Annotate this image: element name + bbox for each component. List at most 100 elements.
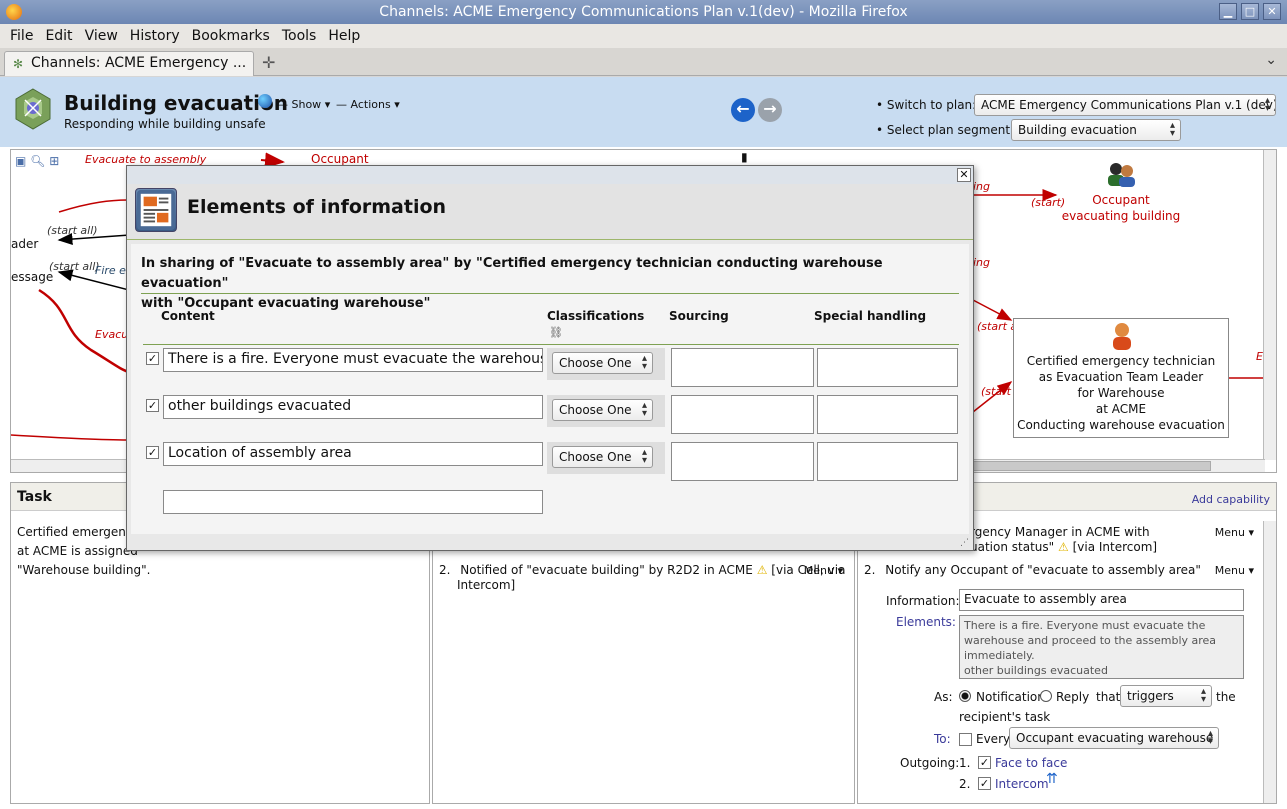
- technician-node-line: for Warehouse: [1077, 386, 1165, 400]
- scroll-thumb[interactable]: [971, 461, 1211, 471]
- actions-menu[interactable]: — Actions ▾: [336, 98, 400, 111]
- edge-label: ing: [973, 180, 991, 193]
- menu-edit[interactable]: Edit: [45, 28, 72, 44]
- sent-item-menu[interactable]: Menu ▾: [1215, 526, 1254, 539]
- node-label: essage: [11, 270, 54, 284]
- tab-channels[interactable]: ✻ Channels: ACME Emergency ...: [4, 51, 254, 76]
- plan-logo-icon: [15, 88, 51, 130]
- recipient-select[interactable]: Occupant evacuating warehouse ▴ ▾: [1009, 727, 1219, 749]
- classification-select[interactable]: Choose One ▴ ▾: [552, 446, 653, 468]
- face-to-face-link[interactable]: Face to face: [995, 756, 1067, 770]
- intercom-checkbox[interactable]: ✓: [978, 777, 991, 790]
- classification-select[interactable]: Choose One ▴ ▾: [552, 352, 653, 374]
- segment-subtitle: Responding while building unsafe: [64, 117, 266, 131]
- menu-bookmarks[interactable]: Bookmarks: [192, 28, 270, 44]
- move-up-icon[interactable]: ⇈: [1046, 771, 1058, 787]
- reply-label: Reply: [1056, 690, 1090, 704]
- technician-node[interactable]: Certified emergency technician as Evacua…: [1013, 318, 1229, 438]
- outgoing-number: 1.: [959, 756, 971, 770]
- to-link[interactable]: To:: [934, 732, 951, 746]
- content-input[interactable]: Location of assembly area: [163, 442, 543, 466]
- plan-select-value: ACME Emergency Communications Plan v.1 (…: [981, 98, 1276, 112]
- close-icon[interactable]: ✕: [957, 168, 971, 182]
- technician-node-line: at ACME: [1095, 402, 1147, 416]
- forward-arrow-icon[interactable]: →: [758, 98, 782, 122]
- select-arrows-icon: ▴ ▾: [641, 400, 647, 419]
- divider: [143, 344, 959, 345]
- content-input[interactable]: other buildings evacuated: [163, 395, 543, 419]
- link-icon[interactable]: ⛓: [549, 326, 563, 339]
- close-window-button[interactable]: ✕: [1263, 3, 1281, 20]
- intent-select[interactable]: triggers ▴ ▾: [1120, 685, 1212, 707]
- segment-select-value: Building evacuation: [1018, 123, 1137, 137]
- add-capability-link[interactable]: Add capability: [1192, 493, 1270, 506]
- switch-plan-text: Switch to plan:: [886, 98, 977, 112]
- back-arrow-icon[interactable]: ←: [731, 98, 755, 122]
- information-input[interactable]: Evacuate to assembly area: [959, 589, 1244, 611]
- show-menu[interactable]: — Show ▾: [277, 98, 330, 111]
- menu-file[interactable]: File: [10, 28, 33, 44]
- classification-select[interactable]: Choose One ▴ ▾: [552, 399, 653, 421]
- sourcing-column-header: Sourcing: [669, 309, 729, 323]
- sharing-line: In sharing of "Evacuate to assembly area…: [141, 256, 883, 291]
- resize-handle-icon[interactable]: ⋰: [960, 538, 969, 548]
- plan-select[interactable]: ACME Emergency Communications Plan v.1 (…: [974, 94, 1276, 116]
- every-checkbox[interactable]: [959, 733, 972, 746]
- elements-line: immediately.: [964, 649, 1035, 662]
- elements-link[interactable]: Elements:: [896, 615, 956, 629]
- menu-history[interactable]: History: [130, 28, 180, 44]
- sent-item-2-menu[interactable]: Menu ▾: [1215, 564, 1254, 577]
- new-tab-icon[interactable]: ✛: [262, 53, 275, 72]
- menu-tools[interactable]: Tools: [282, 28, 317, 44]
- menu-help[interactable]: Help: [328, 28, 360, 44]
- sourcing-textarea[interactable]: [671, 442, 814, 481]
- zoom-tools-icon[interactable]: ▣ 🔍︎ ⊞: [15, 154, 59, 168]
- segment-select[interactable]: Building evacuation ▴ ▾: [1011, 119, 1181, 141]
- select-arrows-icon: ▴ ▾: [641, 353, 647, 372]
- chevron-down-icon[interactable]: ⌄: [1265, 52, 1277, 68]
- intercom-link[interactable]: Intercom: [995, 777, 1049, 791]
- task-text-line: "Warehouse building".: [17, 563, 151, 577]
- special-handling-textarea[interactable]: [817, 442, 958, 481]
- as-label: As:: [934, 690, 953, 704]
- occupant-node[interactable]: Occupant evacuating building: [1051, 192, 1191, 224]
- gear-icon: ✻: [13, 57, 24, 71]
- globe-icon[interactable]: [258, 94, 272, 108]
- elements-textarea[interactable]: There is a fire. Everyone must evacuate …: [959, 615, 1244, 679]
- flow-edge: [260, 152, 285, 169]
- sourcing-textarea[interactable]: [671, 348, 814, 387]
- dialog-titlebar: ✕: [127, 166, 973, 184]
- content-input[interactable]: There is a fire. Everyone must evacuate …: [163, 348, 543, 372]
- row-checkbox[interactable]: ✓: [146, 399, 159, 412]
- row-checkbox[interactable]: ✓: [146, 352, 159, 365]
- select-segment-label: • Select plan segment:: [876, 123, 1015, 137]
- flow-edge: [972, 299, 1013, 321]
- special-handling-textarea[interactable]: [817, 348, 958, 387]
- occupant-node-line: Occupant: [1092, 193, 1150, 207]
- segment-title: Building evacuation: [64, 91, 288, 115]
- new-content-input[interactable]: [163, 490, 543, 514]
- special-handling-textarea[interactable]: [817, 395, 958, 434]
- caret-down-icon: ▾: [394, 98, 400, 111]
- sent-item-1[interactable]: rgency Manager in ACME with uation statu…: [970, 525, 1157, 555]
- sourcing-textarea[interactable]: [671, 395, 814, 434]
- notification-item[interactable]: 2. Notified of "evacuate building" by R2…: [439, 563, 849, 593]
- item-menu[interactable]: Menu ▾: [804, 563, 843, 578]
- maximize-button[interactable]: □: [1241, 3, 1259, 20]
- row-checkbox[interactable]: ✓: [146, 446, 159, 459]
- notification-radio[interactable]: [959, 690, 971, 702]
- window-title: Channels: ACME Emergency Communications …: [379, 4, 908, 20]
- minimize-button[interactable]: ▁: [1219, 3, 1237, 20]
- reply-radio[interactable]: [1040, 690, 1052, 702]
- information-label: Information:: [886, 594, 960, 608]
- outgoing-label: Outgoing:: [900, 756, 960, 770]
- face-to-face-checkbox[interactable]: ✓: [978, 756, 991, 769]
- vertical-scrollbar[interactable]: [1263, 150, 1276, 460]
- menu-view[interactable]: View: [85, 28, 118, 44]
- sends-scrollbar[interactable]: [1263, 521, 1276, 803]
- edge-label: E: [1256, 350, 1263, 363]
- person-icon: [1113, 323, 1131, 350]
- window-titlebar: Channels: ACME Emergency Communications …: [0, 0, 1287, 24]
- sent-item-2[interactable]: 2. Notify any Occupant of "evacuate to a…: [864, 563, 1201, 577]
- elements-of-information-dialog: ✕ Elements of information In sharing of …: [126, 165, 974, 551]
